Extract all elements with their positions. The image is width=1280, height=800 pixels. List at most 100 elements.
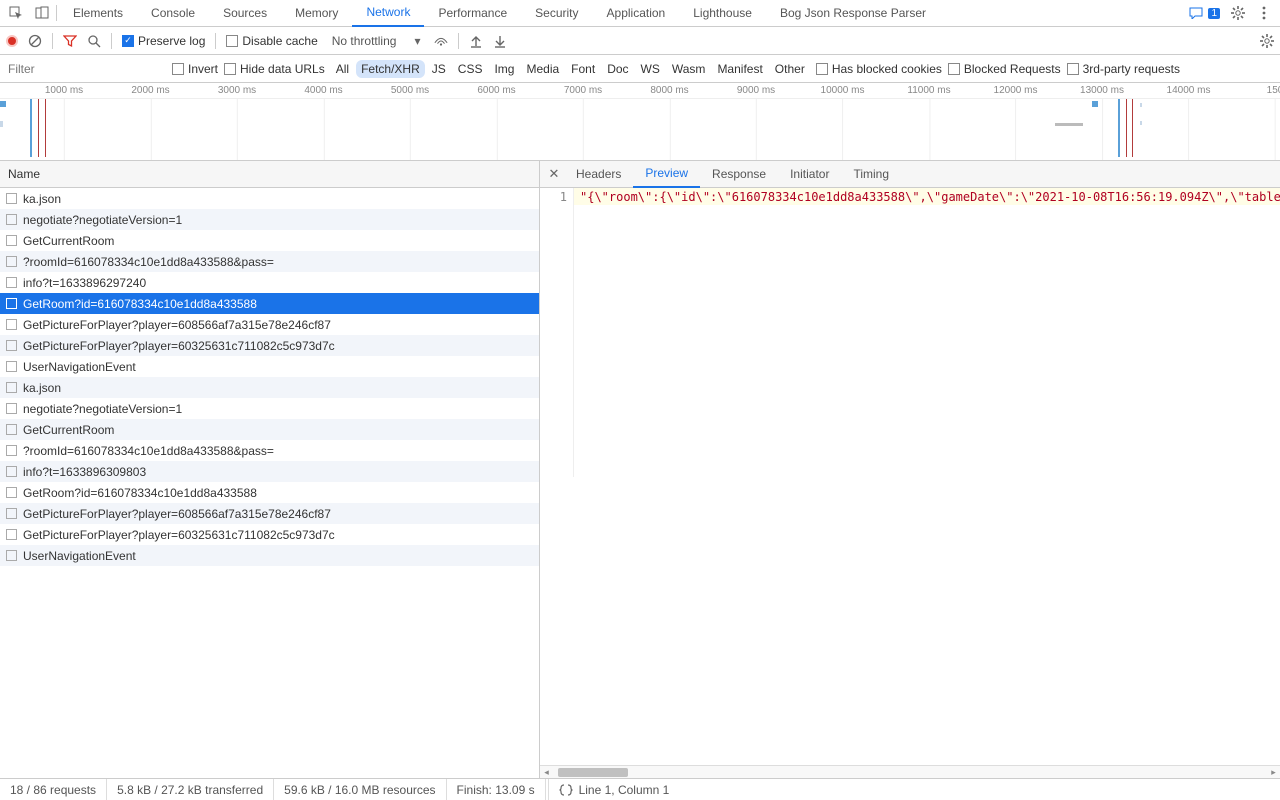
filter-type-manifest[interactable]: Manifest [712,60,767,78]
request-name: info?t=1633896297240 [23,276,146,290]
file-icon [6,424,17,435]
filter-type-media[interactable]: Media [521,60,564,78]
scroll-thumb[interactable] [558,768,628,777]
invert-checkbox[interactable]: Invert [172,62,218,76]
file-icon [6,277,17,288]
timeline-tick: 11000 ms [907,85,950,96]
filter-type-css[interactable]: CSS [453,60,488,78]
file-icon [6,466,17,477]
settings-gear-icon[interactable] [1230,5,1246,21]
inspect-icon[interactable] [8,5,24,21]
messages-icon[interactable] [1188,5,1204,21]
top-tab-security[interactable]: Security [521,0,592,27]
name-column-header[interactable]: Name [0,161,539,188]
hide-data-urls-checkbox[interactable]: Hide data URLs [224,62,325,76]
detail-tab-response[interactable]: Response [700,161,778,188]
filter-input[interactable] [6,59,166,79]
top-tab-network[interactable]: Network [352,0,424,27]
request-row[interactable]: GetRoom?id=616078334c10e1dd8a433588 [0,293,539,314]
horizontal-scrollbar[interactable]: ◂ ▸ [540,765,1280,778]
has-blocked-cookies-checkbox[interactable]: Has blocked cookies [816,62,942,76]
filter-type-js[interactable]: JS [427,60,451,78]
status-transferred: 5.8 kB / 27.2 kB transferred [107,779,274,800]
network-timeline[interactable]: 1000 ms2000 ms3000 ms4000 ms5000 ms6000 … [0,83,1280,161]
filter-type-all[interactable]: All [331,60,354,78]
filter-type-font[interactable]: Font [566,60,600,78]
request-row[interactable]: ka.json [0,377,539,398]
file-icon [6,382,17,393]
filter-icon[interactable] [63,34,77,48]
request-row[interactable]: ka.json [0,188,539,209]
request-row[interactable]: GetRoom?id=616078334c10e1dd8a433588 [0,482,539,503]
file-icon [6,529,17,540]
filter-type-ws[interactable]: WS [636,60,665,78]
top-tab-bog-json-response-parser[interactable]: Bog Json Response Parser [766,0,940,27]
status-resources: 59.6 kB / 16.0 MB resources [274,779,446,800]
close-icon[interactable]: ✕ [544,164,564,184]
request-row[interactable]: info?t=1633896297240 [0,272,539,293]
scroll-right-icon[interactable]: ▸ [1267,766,1280,778]
detail-tab-initiator[interactable]: Initiator [778,161,841,188]
request-row[interactable]: info?t=1633896309803 [0,461,539,482]
kebab-menu-icon[interactable] [1256,5,1272,21]
device-toggle-icon[interactable] [34,5,50,21]
request-row[interactable]: ?roomId=616078334c10e1dd8a433588&pass= [0,440,539,461]
clear-icon[interactable] [28,34,42,48]
request-name: ?roomId=616078334c10e1dd8a433588&pass= [23,255,274,269]
file-icon [6,214,17,225]
preview-content[interactable]: "{\"room\":{\"id\":\"616078334c10e1dd8a4… [574,188,1280,205]
request-row[interactable]: GetPictureForPlayer?player=608566af7a315… [0,503,539,524]
top-tab-console[interactable]: Console [137,0,209,27]
timeline-tick: 10000 ms [821,85,865,96]
file-icon [6,235,17,246]
top-tab-memory[interactable]: Memory [281,0,352,27]
detail-tab-timing[interactable]: Timing [841,161,901,188]
scroll-left-icon[interactable]: ◂ [540,766,553,778]
filter-type-other[interactable]: Other [770,60,810,78]
top-tab-lighthouse[interactable]: Lighthouse [679,0,766,27]
tl-activity [0,101,6,107]
status-bar: 18 / 86 requests 5.8 kB / 27.2 kB transf… [0,778,1280,800]
filter-type-fetchxhr[interactable]: Fetch/XHR [356,60,425,78]
preserve-log-checkbox[interactable]: ✓ Preserve log [122,34,205,48]
request-row[interactable]: GetPictureForPlayer?player=608566af7a315… [0,314,539,335]
request-row[interactable]: negotiate?negotiateVersion=1 [0,398,539,419]
tl-marker [1132,99,1133,157]
third-party-checkbox[interactable]: 3rd-party requests [1067,62,1180,76]
top-tab-elements[interactable]: Elements [59,0,137,27]
download-har-icon[interactable] [493,34,507,48]
messages-badge[interactable]: 1 [1208,8,1220,19]
top-tab-application[interactable]: Application [593,0,680,27]
detail-tab-headers[interactable]: Headers [564,161,633,188]
search-icon[interactable] [87,34,101,48]
throttling-dropdown-icon[interactable]: ▾ [410,34,424,48]
request-row[interactable]: GetPictureForPlayer?player=60325631c7110… [0,524,539,545]
braces-icon[interactable] [559,784,573,796]
file-icon [6,256,17,267]
request-row[interactable]: UserNavigationEvent [0,545,539,566]
preview-body: 1 "{\"room\":{\"id\":\"616078334c10e1dd8… [540,188,1280,477]
request-row[interactable]: GetCurrentRoom [0,230,539,251]
request-row[interactable]: ?roomId=616078334c10e1dd8a433588&pass= [0,251,539,272]
top-tab-performance[interactable]: Performance [424,0,521,27]
request-name: GetPictureForPlayer?player=60325631c7110… [23,339,335,353]
disable-cache-checkbox[interactable]: Disable cache [226,34,317,48]
top-tab-sources[interactable]: Sources [209,0,281,27]
request-row[interactable]: GetCurrentRoom [0,419,539,440]
filter-type-doc[interactable]: Doc [602,60,633,78]
request-row[interactable]: UserNavigationEvent [0,356,539,377]
upload-har-icon[interactable] [469,34,483,48]
filter-type-img[interactable]: Img [489,60,519,78]
detail-tab-preview[interactable]: Preview [633,161,700,188]
tl-marker [38,99,39,157]
network-settings-gear-icon[interactable] [1260,34,1274,48]
blocked-requests-checkbox[interactable]: Blocked Requests [948,62,1061,76]
request-row[interactable]: GetPictureForPlayer?player=60325631c7110… [0,335,539,356]
filter-type-wasm[interactable]: Wasm [667,60,711,78]
network-conditions-icon[interactable] [434,34,448,48]
request-name: ?roomId=616078334c10e1dd8a433588&pass= [23,444,274,458]
record-button[interactable] [6,35,18,47]
network-filter-bar: Invert Hide data URLs AllFetch/XHRJSCSSI… [0,55,1280,83]
throttling-select[interactable]: No throttling [328,32,401,50]
request-row[interactable]: negotiate?negotiateVersion=1 [0,209,539,230]
